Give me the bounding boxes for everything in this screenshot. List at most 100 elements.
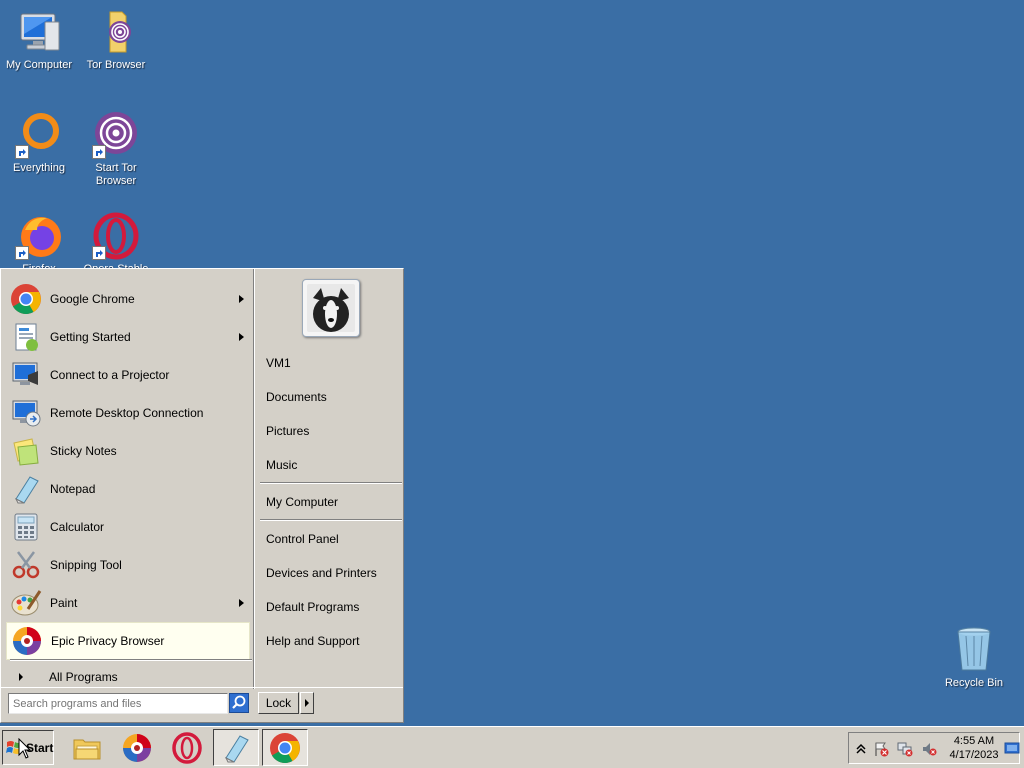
place-default-programs[interactable]: Default Programs [266,599,359,615]
action-center-flag-icon[interactable] [873,741,889,757]
submenu-arrow-icon [239,295,244,303]
program-item-snipping-tool[interactable]: Snipping Tool [6,546,250,584]
place-devices-printers[interactable]: Devices and Printers [266,565,377,581]
search-input[interactable] [8,693,228,714]
program-item-sticky-notes[interactable]: Sticky Notes [6,432,250,470]
program-item-paint[interactable]: Paint [6,584,250,622]
program-label: Calculator [50,520,105,534]
show-hidden-icons-icon[interactable] [853,741,869,757]
program-item-calculator[interactable]: Calculator [6,508,250,546]
clock-date[interactable]: 4/17/2023 [945,749,1003,761]
clock-time[interactable]: 4:55 AM [945,735,1003,747]
program-item-getting-started[interactable]: Getting Started [6,318,250,356]
tor-folder-icon [92,8,140,56]
lock-button[interactable]: Lock [258,692,299,714]
desktop-icon-firefox[interactable]: Firefox [0,212,78,276]
desktop-icon-label: My Computer [5,59,73,71]
search-icon [232,695,246,709]
program-label: Remote Desktop Connection [50,406,204,420]
place-my-computer[interactable]: My Computer [266,494,338,510]
program-label: Paint [50,596,78,610]
submenu-arrow-icon [239,333,244,341]
taskbar-file-explorer[interactable] [64,729,110,766]
divider [260,482,402,484]
opera-icon [92,212,140,260]
taskbar-notepad[interactable] [213,729,259,766]
desktop-icon-label: Tor Browser [86,59,146,71]
program-label: Connect to a Projector [50,368,170,382]
place-pictures[interactable]: Pictures [266,423,309,439]
program-label: Notepad [50,482,96,496]
program-item-notepad[interactable]: Notepad [6,470,250,508]
search-bar: Lock [1,687,403,722]
divider [260,519,402,521]
getting-started-icon [10,321,42,353]
opera-icon [172,731,202,764]
taskbar: Start 4:55 AM 4/17/2023 [0,726,1024,768]
chrome-icon [10,283,42,315]
notepad-icon [10,473,42,505]
places-pane: VM1 Documents Pictures Music My Computer… [256,269,404,689]
taskbar-epic-browser[interactable] [114,729,160,766]
projector-icon [10,359,42,391]
place-user-folder[interactable]: VM1 [266,355,291,371]
divider [10,659,252,661]
desktop-icon-tor-browser[interactable]: Tor Browser [77,8,155,72]
program-label: Google Chrome [50,292,135,306]
program-label: Epic Privacy Browser [51,634,165,648]
taskbar-opera[interactable] [164,729,210,766]
tor-browser-icon [92,111,140,159]
desktop-icon-recycle-bin[interactable]: Recycle Bin [935,626,1013,690]
shortcut-arrow-icon [15,145,29,159]
taskbar-chrome[interactable] [262,729,308,766]
program-item-remote-desktop[interactable]: Remote Desktop Connection [6,394,250,432]
program-label: Getting Started [50,330,131,344]
desktop-icon-start-tor-browser[interactable]: Start Tor Browser [77,111,155,188]
submenu-arrow-icon [239,599,244,607]
desktop-icon-label: Everything [13,162,65,174]
volume-muted-icon[interactable] [921,741,937,757]
file-explorer-icon [73,739,101,759]
program-item-connect-projector[interactable]: Connect to a Projector [6,356,250,394]
epic-browser-icon [123,733,151,762]
program-label: Sticky Notes [50,444,117,458]
mouse-cursor-icon [18,738,32,760]
my-computer-icon [15,8,63,56]
network-icon[interactable] [897,741,913,757]
triangle-right-icon [19,673,23,681]
firefox-icon [15,212,63,260]
everything-icon [15,111,63,159]
desktop-icon-my-computer[interactable]: My Computer [0,8,78,72]
power-options-arrow-button[interactable] [300,692,314,714]
search-button[interactable] [229,693,249,713]
desktop-icon-label: Start Tor Browser [95,162,137,187]
user-avatar[interactable] [302,279,360,337]
desktop-icon-label: Recycle Bin [944,677,1004,689]
show-desktop-icon[interactable] [1004,740,1020,756]
system-tray: 4:55 AM 4/17/2023 [848,732,1020,764]
remote-desktop-icon [10,397,42,429]
chrome-icon [270,732,300,763]
shortcut-arrow-icon [15,246,29,260]
programs-pane: Google Chrome Getting Started Connect to… [6,274,252,688]
all-programs-button[interactable]: All Programs [11,666,251,688]
place-control-panel[interactable]: Control Panel [266,531,339,547]
start-menu: Google Chrome Getting Started Connect to… [0,268,404,723]
paint-icon [10,587,42,619]
shortcut-arrow-icon [92,246,106,260]
place-documents[interactable]: Documents [266,389,327,405]
desktop-icon-opera[interactable]: Opera Stable [77,212,155,276]
program-item-epic-privacy-browser[interactable]: Epic Privacy Browser [6,622,250,660]
program-item-google-chrome[interactable]: Google Chrome [6,280,250,318]
desktop-icon-everything[interactable]: Everything [0,111,78,175]
recycle-bin-icon [950,626,998,674]
all-programs-label: All Programs [49,670,118,684]
epic-browser-icon [11,625,43,657]
place-help-support[interactable]: Help and Support [266,633,359,649]
notepad-icon [224,734,249,763]
place-music[interactable]: Music [266,457,297,473]
snipping-tool-icon [10,549,42,581]
sticky-notes-icon [10,435,42,467]
shortcut-arrow-icon [92,145,106,159]
dog-picture-icon [307,284,355,332]
